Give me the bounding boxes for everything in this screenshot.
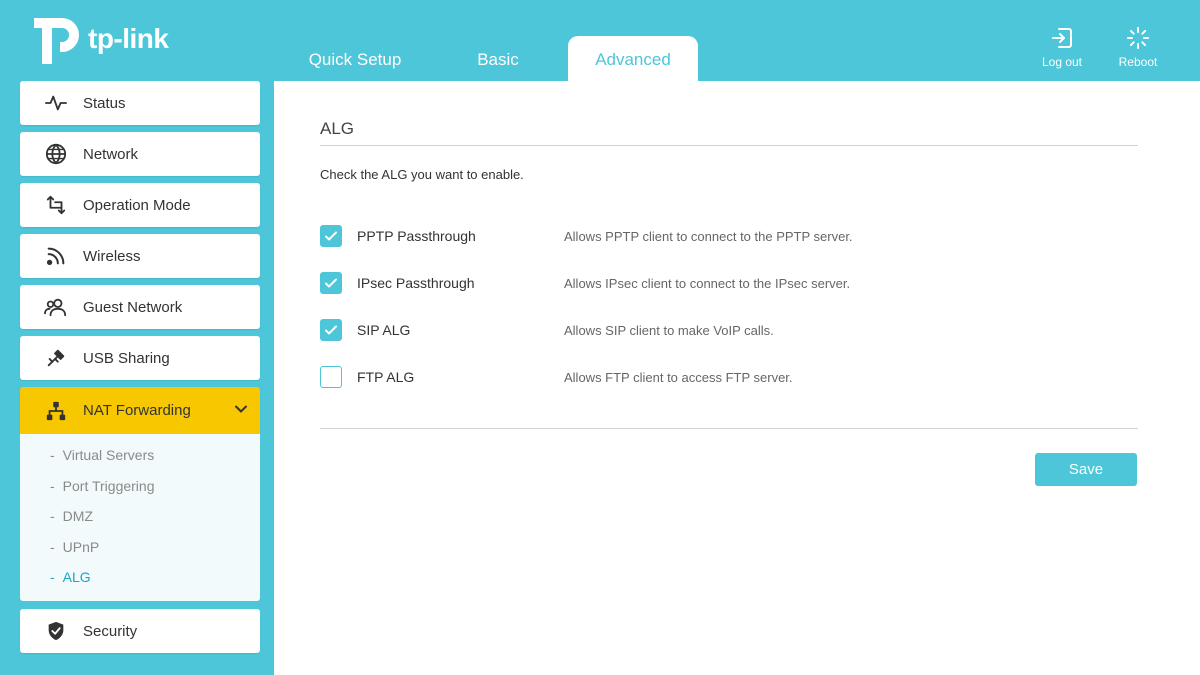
sub-item-alg[interactable]: - ALG xyxy=(20,562,260,593)
nat-forwarding-submenu: - Virtual Servers - Port Triggering - DMZ -… xyxy=(20,434,260,601)
sidebar-item-label: Security xyxy=(83,622,138,640)
intro-text: Check the ALG you want to enable. xyxy=(320,167,524,182)
alg-description: Allows IPsec client to connect to the IP… xyxy=(564,275,851,291)
sub-item-label: UPnP xyxy=(62,538,100,555)
logout-button[interactable]: Log out xyxy=(1032,26,1092,69)
sidebar-item-label: USB Sharing xyxy=(83,349,170,367)
main-panel: ALG Check the ALG you want to enable. PP… xyxy=(274,81,1200,675)
sub-item-label: ALG xyxy=(62,569,91,586)
sub-item-label: DMZ xyxy=(62,508,93,525)
sidebar-item-nat-forwarding[interactable]: NAT Forwarding xyxy=(20,387,260,434)
alg-name: FTP ALG xyxy=(357,369,415,385)
alg-description: Allows SIP client to make VoIP calls. xyxy=(564,322,774,338)
sub-item-label: Virtual Servers xyxy=(62,447,155,463)
tp-link-logo: tp-link xyxy=(30,14,169,68)
alg-row-sip: SIP ALG Allows SIP client to make VoIP c… xyxy=(320,318,1138,342)
reboot-icon xyxy=(1127,27,1149,49)
sidebar-item-operation-mode[interactable]: Operation Mode xyxy=(20,183,260,227)
title-divider xyxy=(320,145,1138,146)
guests-icon xyxy=(44,295,68,319)
network-tree-icon xyxy=(44,399,68,423)
sub-item-upnp[interactable]: - UPnP xyxy=(20,532,260,563)
swap-icon xyxy=(44,193,68,217)
alg-description: Allows PPTP client to connect to the PPT… xyxy=(564,228,853,244)
sidebar-item-label: Status xyxy=(83,94,126,112)
pulse-icon xyxy=(44,91,68,115)
tp-link-logo-mark xyxy=(34,18,79,64)
shield-icon xyxy=(44,619,68,643)
sub-item-virtual-servers[interactable]: - Virtual Servers xyxy=(20,440,260,471)
sub-item-port-triggering[interactable]: - Port Triggering xyxy=(20,471,260,502)
sidebar-item-network[interactable]: Network xyxy=(20,132,260,176)
tab-quick-setup[interactable]: Quick Setup xyxy=(282,36,428,81)
alg-row-ipsec: IPsec Passthrough Allows IPsec client to… xyxy=(320,271,1138,295)
alg-row-pptp: PPTP Passthrough Allows PPTP client to c… xyxy=(320,224,1138,248)
sidebar: Status Network Operation Mode Wireless G… xyxy=(20,81,260,660)
pptp-passthrough-checkbox[interactable] xyxy=(320,225,342,247)
checkmark-icon xyxy=(325,231,337,241)
alg-row-ftp: FTP ALG Allows FTP client to access FTP … xyxy=(320,365,1138,389)
ipsec-passthrough-checkbox[interactable] xyxy=(320,272,342,294)
globe-icon xyxy=(44,142,68,166)
form-divider xyxy=(320,428,1138,429)
tab-advanced[interactable]: Advanced xyxy=(568,36,698,81)
reboot-label: Reboot xyxy=(1118,55,1158,69)
alg-description: Allows FTP client to access FTP server. xyxy=(564,369,793,385)
sidebar-item-guest-network[interactable]: Guest Network xyxy=(20,285,260,329)
sidebar-item-label: Guest Network xyxy=(83,298,183,316)
sidebar-item-wireless[interactable]: Wireless xyxy=(20,234,260,278)
logout-label: Log out xyxy=(1041,55,1083,69)
alg-name: IPsec Passthrough xyxy=(357,275,475,291)
sidebar-item-usb-sharing[interactable]: USB Sharing xyxy=(20,336,260,380)
ftp-alg-checkbox[interactable] xyxy=(320,366,342,388)
usb-icon xyxy=(44,346,68,370)
sidebar-item-label: Operation Mode xyxy=(83,196,191,214)
top-nav-tabs: Quick Setup Basic Advanced xyxy=(282,36,698,81)
sidebar-item-label: Network xyxy=(83,145,139,163)
page-title: ALG xyxy=(320,119,355,138)
sidebar-item-label: Wireless xyxy=(83,247,141,265)
checkmark-icon xyxy=(325,325,337,335)
sidebar-item-security[interactable]: Security xyxy=(20,609,260,653)
chevron-down-icon xyxy=(234,402,248,420)
checkmark-icon xyxy=(325,278,337,288)
tab-basic[interactable]: Basic xyxy=(428,36,568,81)
logout-icon xyxy=(1052,28,1072,48)
brand-name: tp-link xyxy=(88,23,169,54)
sub-item-label: Port Triggering xyxy=(62,477,155,494)
sub-item-dmz[interactable]: - DMZ xyxy=(20,501,260,532)
save-button[interactable]: Save xyxy=(1035,453,1137,486)
sidebar-item-label: NAT Forwarding xyxy=(83,402,191,419)
alg-name: SIP ALG xyxy=(357,322,411,338)
alg-name: PPTP Passthrough xyxy=(357,228,476,244)
sip-alg-checkbox[interactable] xyxy=(320,319,342,341)
wifi-icon xyxy=(44,244,68,268)
reboot-button[interactable]: Reboot xyxy=(1108,26,1168,69)
sidebar-item-status[interactable]: Status xyxy=(20,81,260,125)
